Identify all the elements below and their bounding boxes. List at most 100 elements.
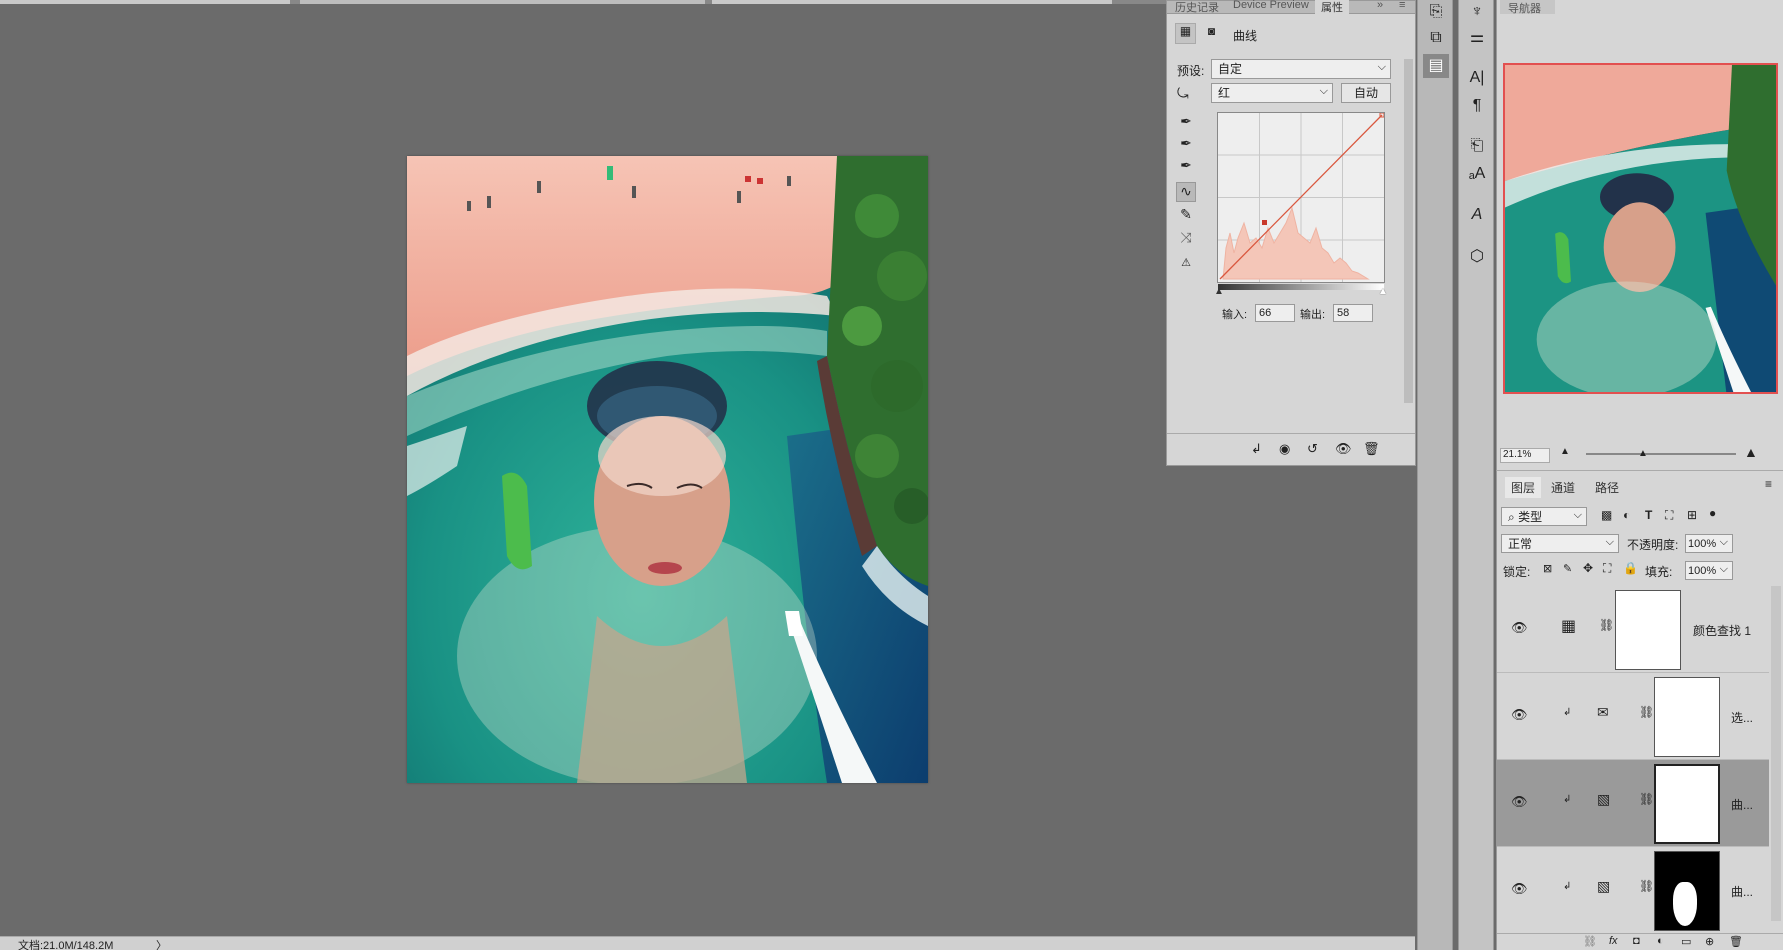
reset-icon[interactable]: ↺	[1307, 441, 1318, 457]
layers-menu-icon[interactable]: ≡	[1765, 477, 1772, 491]
tab-layers[interactable]: 图层	[1505, 477, 1542, 498]
navigator-thumbnail[interactable]	[1503, 63, 1778, 394]
link-icon[interactable]: ⛓	[1639, 705, 1654, 719]
layer-mask-thumbnail[interactable]	[1654, 764, 1720, 844]
layer-mask-thumbnail[interactable]	[1654, 851, 1720, 931]
smooth-curve-icon[interactable]: ⤨	[1176, 229, 1196, 249]
lock-artboard-icon[interactable]: ⛶	[1603, 561, 1611, 576]
clip-to-layer-icon[interactable]: ↲	[1251, 441, 1262, 457]
visibility-icon[interactable]: 👁	[1335, 441, 1352, 457]
glyphs-icon[interactable]: A	[1464, 203, 1490, 227]
filter-adjust-icon[interactable]: ◐	[1623, 508, 1630, 522]
opacity-label: 不透明度:	[1627, 538, 1679, 552]
lock-position-icon[interactable]: ✥	[1583, 561, 1593, 575]
channel-select[interactable]: 红	[1211, 82, 1333, 103]
history-icon[interactable]: ⎘	[1423, 0, 1449, 24]
sample-black-eyedropper-icon[interactable]: ✒	[1176, 113, 1196, 133]
zoom-slider-thumb[interactable]: ▲	[1638, 448, 1648, 459]
link-layers-icon[interactable]: ⛓	[1583, 935, 1597, 948]
fx-icon[interactable]: fx	[1609, 935, 1618, 947]
3d-icon[interactable]: ⬡	[1464, 245, 1490, 269]
visibility-eye-icon[interactable]: 👁	[1511, 620, 1528, 636]
visibility-eye-icon[interactable]: 👁	[1511, 794, 1528, 810]
tab-device-preview[interactable]: Device Preview	[1233, 0, 1309, 11]
input-field[interactable]: 66	[1255, 304, 1295, 322]
panel-menu-icon[interactable]: ≡	[1399, 0, 1405, 11]
opacity-field[interactable]: 100%	[1685, 533, 1733, 553]
zoom-slider[interactable]	[1586, 453, 1736, 455]
filter-shape-icon[interactable]: ⛶	[1665, 508, 1673, 523]
mask-icon[interactable]: ◙	[1201, 23, 1222, 44]
status-arrow-button[interactable]: 〉	[156, 937, 167, 950]
white-point-slider[interactable]: ▲	[1378, 286, 1388, 297]
filter-kind: 类型	[1518, 510, 1543, 524]
new-group-icon[interactable]: ▭	[1681, 935, 1691, 948]
view-previous-icon[interactable]: ◉	[1279, 441, 1290, 457]
preset-label: 预设:	[1177, 64, 1205, 78]
tab-channels[interactable]: 通道	[1551, 477, 1575, 498]
zoom-field[interactable]: 21.1%	[1500, 448, 1550, 463]
layer-filter-select[interactable]: ⌕ 类型	[1501, 506, 1587, 526]
add-mask-icon[interactable]: ◘	[1633, 935, 1640, 947]
sample-gray-eyedropper-icon[interactable]: ✒	[1176, 135, 1196, 155]
layers-scrollbar[interactable]	[1771, 586, 1781, 921]
layer-row[interactable]: 👁 ↲ ▧ ⛓ 曲...	[1497, 847, 1769, 934]
clipping-warning-icon[interactable]: ⚠	[1176, 256, 1196, 276]
delete-layer-icon[interactable]: 🗑	[1729, 935, 1743, 948]
device-icon[interactable]: ⧉	[1423, 26, 1449, 50]
link-icon[interactable]: ⛓	[1639, 792, 1654, 806]
tab-properties[interactable]: 属性	[1315, 0, 1349, 15]
layer-row[interactable]: 👁 ↲ ✉ ⛓ 选...	[1497, 673, 1769, 760]
link-icon[interactable]: ⛓	[1639, 879, 1654, 893]
lock-pixels-icon[interactable]: ✎	[1563, 562, 1572, 575]
blend-mode-select[interactable]: 正常	[1501, 533, 1619, 553]
preset-select[interactable]: 自定	[1211, 58, 1391, 79]
panel-collapse-button[interactable]: »	[1377, 0, 1383, 11]
filter-smart-icon[interactable]: ⊞	[1687, 508, 1697, 522]
color-lookup-icon: ▦	[1561, 618, 1577, 635]
fill-field[interactable]: 100%	[1685, 560, 1733, 580]
delete-icon[interactable]: 🗑	[1363, 441, 1380, 457]
new-adjustment-icon[interactable]: ◐	[1657, 935, 1664, 947]
properties-icon[interactable]: ▤	[1423, 54, 1449, 78]
black-point-slider[interactable]: ▲	[1214, 286, 1224, 297]
zoom-in-icon[interactable]: ▲	[1744, 444, 1758, 460]
auto-button[interactable]: 自动	[1341, 83, 1391, 103]
tab-history[interactable]: 历史记录	[1175, 0, 1219, 15]
char-style-icon[interactable]: ⎗	[1464, 134, 1490, 158]
target-adjust-icon[interactable]: ⤿	[1177, 85, 1189, 102]
layer-row[interactable]: 👁 ▦ ⛓ 颜色查找 1	[1497, 586, 1769, 673]
document-image[interactable]	[407, 156, 928, 783]
layer-row-selected[interactable]: 👁 ↲ ▧ ⛓ 曲...	[1497, 760, 1769, 847]
curve-point-tool-icon[interactable]: ∿	[1176, 182, 1196, 202]
lock-transparent-icon[interactable]: ⊠	[1543, 562, 1552, 575]
properties-footer: ↲ ◉ ↺ 👁 🗑	[1167, 433, 1415, 465]
curves-plot	[1218, 112, 1385, 282]
pencil-tool-icon[interactable]: ✎	[1176, 206, 1196, 226]
output-field[interactable]: 58	[1333, 304, 1373, 322]
curves-adjust-icon[interactable]: ▦	[1175, 23, 1196, 44]
filter-toggle-icon[interactable]: ●	[1709, 506, 1716, 520]
filter-pixel-icon[interactable]: ▩	[1601, 508, 1612, 522]
tab-navigator[interactable]: 导航器	[1500, 0, 1555, 15]
lock-all-icon[interactable]: 🔒	[1623, 561, 1638, 575]
para-style-icon[interactable]: ₐA	[1464, 162, 1490, 186]
new-layer-icon[interactable]: ⊕	[1705, 935, 1714, 948]
character-icon[interactable]: A|	[1464, 66, 1490, 90]
properties-scrollbar[interactable]	[1404, 59, 1413, 403]
tab-paths[interactable]: 路径	[1595, 477, 1619, 498]
visibility-eye-icon[interactable]: 👁	[1511, 707, 1528, 723]
brush-presets-icon[interactable]: ♆	[1464, 0, 1490, 24]
curves-graph[interactable]	[1217, 112, 1385, 283]
filter-type-icon[interactable]: T	[1645, 508, 1652, 522]
adjust-icon[interactable]: ⚌	[1464, 26, 1490, 50]
paragraph-icon[interactable]: ¶	[1464, 94, 1490, 118]
link-icon[interactable]: ⛓	[1599, 618, 1614, 632]
layer-mask-thumbnail[interactable]	[1615, 590, 1681, 670]
zoom-out-icon[interactable]: ▲	[1560, 446, 1570, 457]
sample-white-eyedropper-icon[interactable]: ✒	[1176, 157, 1196, 177]
layer-name: 曲...	[1731, 798, 1754, 812]
visibility-eye-icon[interactable]: 👁	[1511, 881, 1528, 897]
layer-mask-thumbnail[interactable]	[1654, 677, 1720, 757]
navigator-zoom-bar: 21.1% ▲ ▲ ▲	[1496, 444, 1783, 466]
